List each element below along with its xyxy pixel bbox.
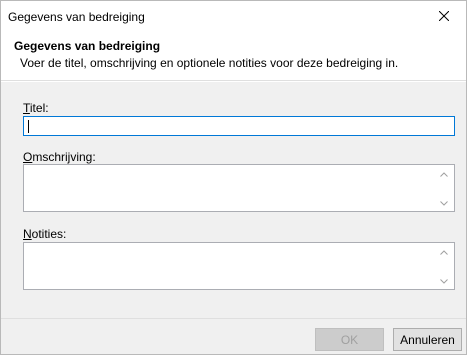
omschrijving-label-accesskey: O: [23, 150, 33, 164]
notities-label: Notities:: [23, 227, 66, 241]
form-panel: Titel: Omschrijving: Notities:: [1, 82, 466, 318]
notities-label-accesskey: N: [23, 227, 32, 241]
omschrijving-label-text: mschrijving:: [32, 150, 96, 164]
chevron-up-icon[interactable]: [440, 172, 448, 177]
title-bar: Gegevens van bedreiging: [1, 1, 466, 31]
chevron-down-icon[interactable]: [440, 201, 448, 206]
close-button[interactable]: [422, 1, 466, 31]
titel-input[interactable]: [23, 116, 455, 136]
titel-label-text: itel:: [29, 101, 49, 115]
notities-label-text: otities:: [31, 227, 67, 241]
window-title: Gegevens van bedreiging: [8, 10, 145, 24]
header-panel: Gegevens van bedreiging Voer de titel, o…: [1, 31, 466, 81]
cancel-button[interactable]: Annuleren: [393, 328, 462, 351]
notities-textarea[interactable]: [23, 242, 455, 290]
close-icon: [439, 11, 449, 21]
titel-label-accesskey: T: [23, 101, 30, 115]
dialog-window: Gegevens van bedreiging Gegevens van bed…: [0, 0, 467, 355]
text-caret: [28, 120, 29, 133]
chevron-down-icon[interactable]: [440, 279, 448, 284]
button-bar: OK Annuleren: [1, 318, 466, 354]
header-title: Gegevens van bedreiging: [14, 39, 161, 53]
header-description: Voer de titel, omschrijving en optionele…: [20, 56, 399, 70]
chevron-up-icon[interactable]: [440, 250, 448, 255]
ok-button[interactable]: OK: [315, 328, 384, 351]
omschrijving-label: Omschrijving:: [23, 150, 96, 164]
titel-label: Titel:: [23, 101, 49, 115]
omschrijving-textarea[interactable]: [23, 164, 455, 212]
